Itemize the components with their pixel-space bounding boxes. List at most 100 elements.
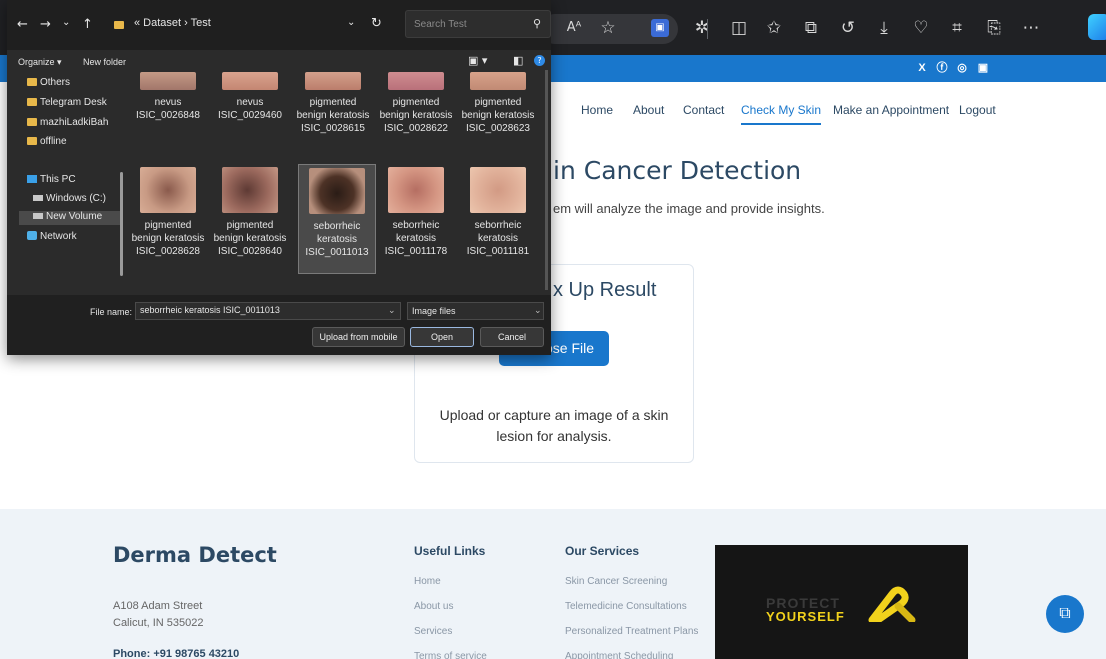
forward-arrow-icon[interactable]: → [40,17,51,32]
search-icon[interactable]: ⚲ [533,17,541,30]
file-type-select[interactable]: Image files [407,302,544,320]
file-name: pigmented benign keratosis ISIC_0028623 [461,97,535,134]
share-icon[interactable]: ⎘ [982,16,1006,40]
folder-icon [27,118,37,126]
up-arrow-icon[interactable]: ↑ [82,17,93,32]
file-name: seborrheic keratosis ISIC_0011013 [305,221,369,258]
nav-make-appointment[interactable]: Make an Appointment [833,103,949,117]
file-item[interactable]: pigmented benign keratosis ISIC_0028640 [211,167,289,258]
network-icon [27,231,37,240]
service-link-telemedicine[interactable]: Telemedicine Consultations [565,601,687,612]
service-link-treatment[interactable]: Personalized Treatment Plans [565,626,698,637]
nav-item-label: mazhiLadkiBah [40,117,109,128]
refresh-icon[interactable]: ↻ [371,16,382,31]
file-name: pigmented benign keratosis ISIC_0028615 [296,97,370,134]
view-options-icon[interactable]: ▣ ▾ [468,54,487,67]
nav-windows-drive[interactable]: Windows (C:) [33,193,106,204]
nav-folder-others[interactable]: Others [27,77,70,88]
favorites-list-icon[interactable]: ✩ [762,16,786,40]
promo-text-bottom: YOURSELF [766,609,845,624]
address-line-1: A108 Adam Street [113,600,203,612]
nav-network[interactable]: Network [27,231,77,242]
file-name: pigmented benign keratosis ISIC_0028628 [131,220,205,257]
file-item[interactable]: seborrheic keratosis ISIC_0011181 [459,167,537,258]
preview-pane-icon[interactable]: ◧ [513,54,523,67]
x-twitter-icon[interactable]: X [913,59,931,77]
help-icon[interactable]: ? [534,55,545,66]
useful-links-heading: Useful Links [414,544,486,558]
file-item[interactable]: seborrheic keratosis ISIC_0011178 [377,167,455,258]
nav-folder-mazhiladkibah[interactable]: mazhiLadkiBah [27,117,108,128]
file-item[interactable]: pigmented benign keratosis ISIC_0028615 [294,72,372,135]
breadcrumb-dropdown-icon[interactable]: ⌄ [347,17,355,28]
file-item[interactable]: nevus ISIC_0026848 [129,72,207,122]
organize-menu[interactable]: Organize ▾ [18,57,62,68]
breadcrumb[interactable]: « Dataset › Test [134,17,211,29]
footer-link-terms[interactable]: Terms of service [414,651,487,659]
file-name: nevus ISIC_0029460 [218,97,282,121]
file-name: nevus ISIC_0026848 [136,97,200,121]
download-icon[interactable]: ⤓ [872,16,896,40]
footer-link-services[interactable]: Services [414,626,452,637]
file-item-selected[interactable]: seborrheic keratosis ISIC_0011013 [298,164,376,274]
service-link-screening[interactable]: Skin Cancer Screening [565,576,667,587]
service-link-scheduling[interactable]: Appointment Scheduling [565,651,673,659]
nav-about[interactable]: About [633,103,664,117]
split-screen-icon[interactable]: ◫ [727,16,751,40]
instagram-icon[interactable]: ◎ [953,59,971,77]
favorite-star-icon[interactable]: ☆ [596,16,620,40]
file-name-label: File name: [90,307,133,317]
nav-item-label: offline [40,136,67,147]
card-title: x Up Result [553,279,657,301]
open-button[interactable]: Open [410,327,474,347]
file-item[interactable]: nevus ISIC_0029460 [211,72,289,122]
new-folder-button[interactable]: New folder [83,57,126,67]
nav-check-my-skin[interactable]: Check My Skin [741,103,822,125]
file-item[interactable]: pigmented benign keratosis ISIC_0028623 [459,72,537,135]
search-input[interactable] [405,10,551,38]
extension-icon[interactable]: ▣ [651,19,669,37]
nav-this-pc[interactable]: This PC [27,174,76,185]
nav-home[interactable]: Home [581,103,613,117]
upload-from-mobile-button[interactable]: Upload from mobile [312,327,405,347]
recent-dropdown-icon[interactable]: ⌄ [62,17,70,28]
nav-item-label: Telegram Desk [40,97,107,108]
nav-item-label: Others [40,77,71,88]
nav-scrollbar[interactable] [120,172,123,276]
nav-folder-offline[interactable]: offline [27,136,67,147]
image-thumbnail [470,72,526,90]
nav-folder-telegram[interactable]: Telegram Desk [27,97,107,108]
nav-logout[interactable]: Logout [959,103,996,117]
read-aloud-icon[interactable]: Aᴬ [562,16,586,40]
image-thumbnail [305,72,361,90]
puzzle-icon[interactable]: ✲ [690,16,714,40]
image-thumbnail [222,72,278,90]
facebook-icon[interactable]: ⓕ [933,59,951,77]
history-icon[interactable]: ↺ [836,16,860,40]
copilot-icon[interactable] [1088,14,1106,40]
folder-icon [27,98,37,106]
file-item[interactable]: pigmented benign keratosis ISIC_0028622 [377,72,455,135]
file-item[interactable]: pigmented benign keratosis ISIC_0028628 [129,167,207,258]
nav-new-volume[interactable]: New Volume [19,211,123,225]
more-menu-icon[interactable]: ⋯ [1019,16,1043,40]
health-icon[interactable]: ♡ [909,16,933,40]
back-arrow-icon[interactable]: ← [17,17,28,32]
files-scrollbar[interactable] [545,70,548,290]
collections-icon[interactable]: ⧉ [799,16,823,40]
screenshot-icon[interactable]: ⌗ [945,16,969,40]
image-thumbnail [222,167,278,213]
chevron-down-icon[interactable]: ⌄ [534,305,542,316]
drive-icon [33,213,43,219]
chevron-down-icon[interactable]: ⌄ [388,305,396,316]
chat-button[interactable]: ⧉ [1046,595,1084,633]
file-name-input[interactable]: seborrheic keratosis ISIC_0011013 [135,302,401,320]
footer-link-home[interactable]: Home [414,576,441,587]
awareness-ribbon-icon [868,586,916,622]
linkedin-icon[interactable]: ▣ [974,59,992,77]
page-subtitle: em will analyze the image and provide in… [553,201,825,216]
cancel-button[interactable]: Cancel [480,327,544,347]
nav-item-label: New Volume [46,211,103,222]
nav-contact[interactable]: Contact [683,103,724,117]
footer-link-about[interactable]: About us [414,601,453,612]
